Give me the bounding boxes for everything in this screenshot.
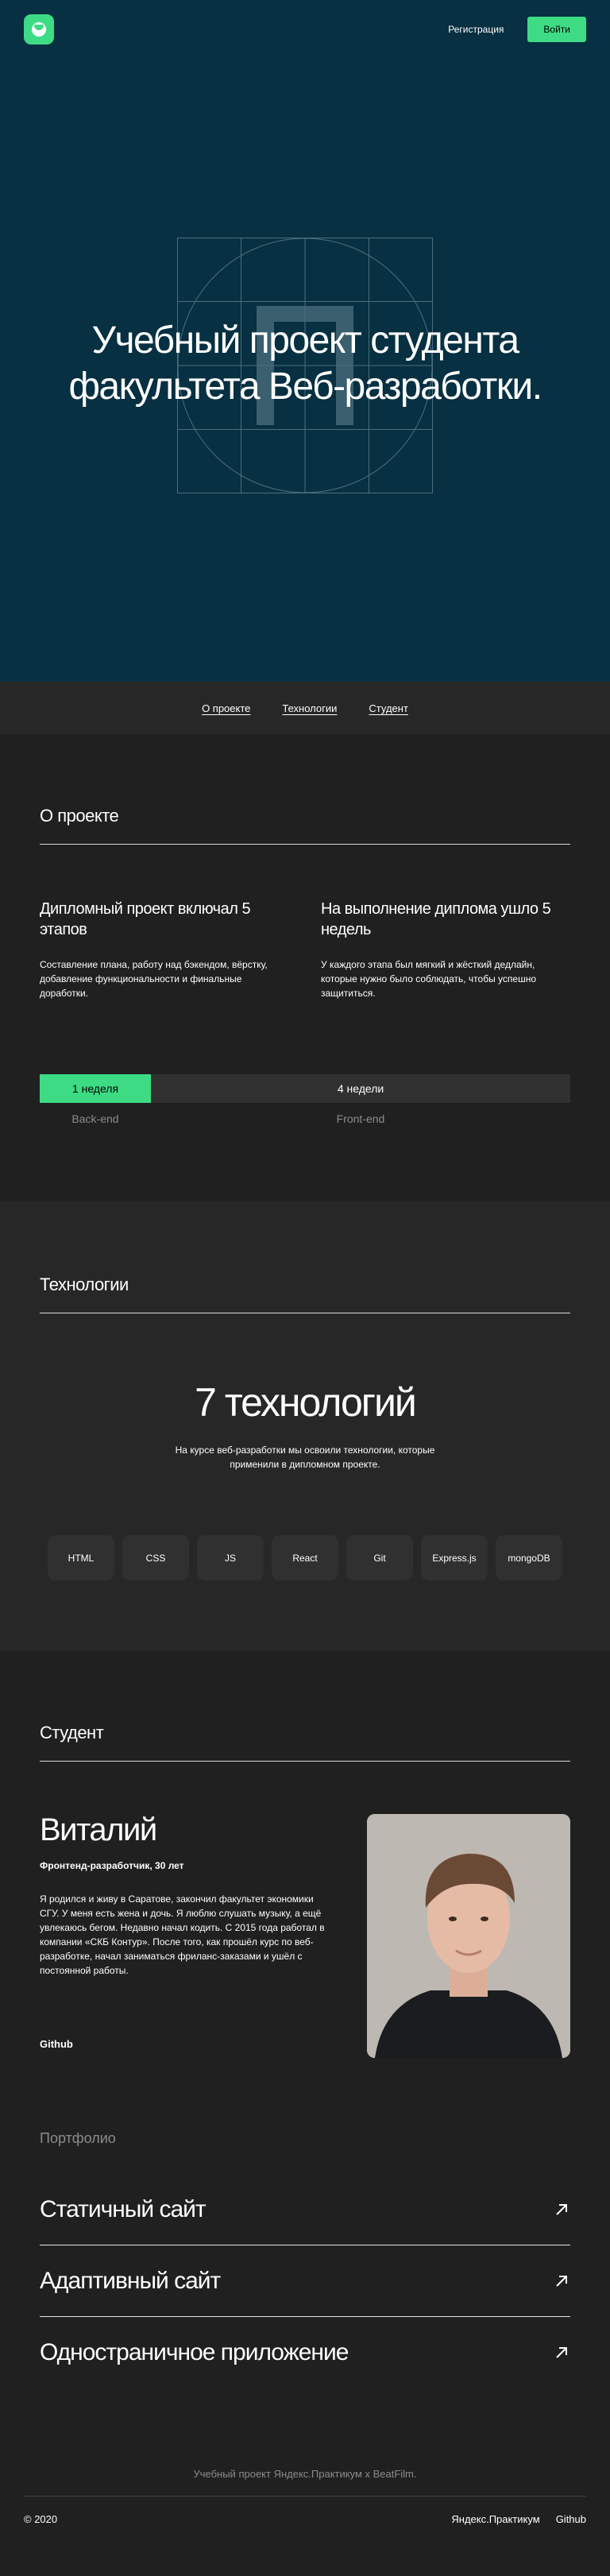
tech-count-heading: 7 технологий xyxy=(195,1380,417,1425)
portfolio-link-static[interactable]: Статичный сайт xyxy=(40,2174,570,2245)
portfolio-link-adaptive[interactable]: Адаптивный сайт xyxy=(40,2245,570,2317)
footer-link-github[interactable]: Github xyxy=(556,2513,586,2525)
student-photo xyxy=(367,1814,570,2058)
about-section: О проекте Дипломный проект включал 5 эта… xyxy=(0,734,610,1201)
arrow-up-right-icon xyxy=(556,2203,567,2215)
tech-list: HTML CSS JS React Git Express.js mongoDB xyxy=(40,1535,570,1580)
tech-item: mongoDB xyxy=(496,1535,562,1580)
register-link[interactable]: Регистрация xyxy=(448,24,504,35)
about-columns: Дипломный проект включал 5 этапов Состав… xyxy=(40,899,570,1000)
portfolio-link-spa[interactable]: Одностраничное приложение xyxy=(40,2317,570,2388)
site-header: Регистрация Войти xyxy=(0,0,610,59)
about-col1-title: Дипломный проект включал 5 этапов xyxy=(40,900,251,938)
hero-section: Регистрация Войти Учебный проект студент… xyxy=(0,0,610,682)
nav-link-student[interactable]: Студент xyxy=(369,702,408,714)
portfolio-item-label: Статичный сайт xyxy=(40,2195,207,2222)
timeline-label-backend: Back-end xyxy=(71,1112,119,1125)
tech-item: Express.js xyxy=(421,1535,488,1580)
tech-item: CSS xyxy=(122,1535,189,1580)
portfolio-title: Портфолио xyxy=(40,2130,116,2146)
about-col1-text: Составление плана, работу над бэкендом, … xyxy=(40,959,268,999)
timeline-backend: 1 неделя xyxy=(40,1074,151,1103)
student-section: Студент Виталий Фронтенд-разработчик, 30… xyxy=(0,1651,610,2388)
footer-bottom: © 2020 Яндекс.Практикум Github xyxy=(24,2497,586,2541)
tech-title: Технологии xyxy=(40,1274,570,1313)
tech-item: JS xyxy=(197,1535,264,1580)
footer-link-praktikum[interactable]: Яндекс.Практикум xyxy=(451,2513,539,2525)
about-col2-title: На выполнение диплома ушло 5 недель xyxy=(321,900,551,938)
about-title: О проекте xyxy=(40,806,570,845)
student-title: Студент xyxy=(40,1723,570,1762)
portfolio-item-label: Одностраничное приложение xyxy=(40,2339,349,2365)
nav-link-tech[interactable]: Технологии xyxy=(282,702,337,714)
tech-section: Технологии 7 технологий На курсе веб-раз… xyxy=(0,1201,610,1651)
tech-item: HTML xyxy=(48,1535,114,1580)
site-footer: Учебный проект Яндекс.Практикум х BeatFi… xyxy=(0,2468,610,2541)
about-col-stages: Дипломный проект включал 5 этапов Состав… xyxy=(40,899,289,1000)
student-name: Виталий xyxy=(40,1812,157,1847)
student-github-link[interactable]: Github xyxy=(40,2038,367,2050)
hero-title: Учебный проект студента факультета Веб-р… xyxy=(0,318,610,410)
timeline-label-frontend: Front-end xyxy=(336,1112,385,1125)
section-nav: О проекте Технологии Студент xyxy=(0,682,610,734)
arrow-up-right-icon xyxy=(556,2275,567,2287)
hero-title-line1: Учебный проект студента xyxy=(91,319,519,362)
footer-links: Яндекс.Практикум Github xyxy=(451,2513,586,2525)
timeline-bar: 1 неделя 4 недели xyxy=(40,1074,570,1103)
timeline-labels: Back-end Front-end xyxy=(40,1112,570,1125)
tech-item: Git xyxy=(346,1535,413,1580)
about-col2-text: У каждого этапа был мягкий и жёсткий дед… xyxy=(321,959,536,999)
portfolio-item-label: Адаптивный сайт xyxy=(40,2267,221,2294)
login-button[interactable]: Войти xyxy=(527,17,586,42)
arrow-up-right-icon xyxy=(556,2347,567,2358)
footer-copyright: © 2020 xyxy=(24,2512,58,2525)
student-bio: Я родился и живу в Саратове, закончил фа… xyxy=(40,1893,325,1976)
student-role: Фронтенд-разработчик, 30 лет xyxy=(40,1860,184,1871)
timeline-frontend: 4 недели xyxy=(151,1074,570,1103)
tech-description: На курсе веб-разработки мы освоили техно… xyxy=(175,1445,435,1470)
auth-links: Регистрация Войти xyxy=(448,17,586,42)
tech-item: React xyxy=(272,1535,338,1580)
footer-note: Учебный проект Яндекс.Практикум х BeatFi… xyxy=(24,2468,586,2497)
portfolio-list: Статичный сайт Адаптивный сайт Одностран… xyxy=(40,2174,570,2388)
student-info: Виталий Фронтенд-разработчик, 30 лет Я р… xyxy=(40,1814,367,2058)
logo-icon[interactable] xyxy=(24,14,54,44)
about-col-duration: На выполнение диплома ушло 5 недель У ка… xyxy=(321,899,570,1000)
hero-title-line2: факультета Веб-разработки. xyxy=(68,366,542,408)
student-card: Виталий Фронтенд-разработчик, 30 лет Я р… xyxy=(40,1814,570,2058)
nav-link-about[interactable]: О проекте xyxy=(202,702,250,714)
